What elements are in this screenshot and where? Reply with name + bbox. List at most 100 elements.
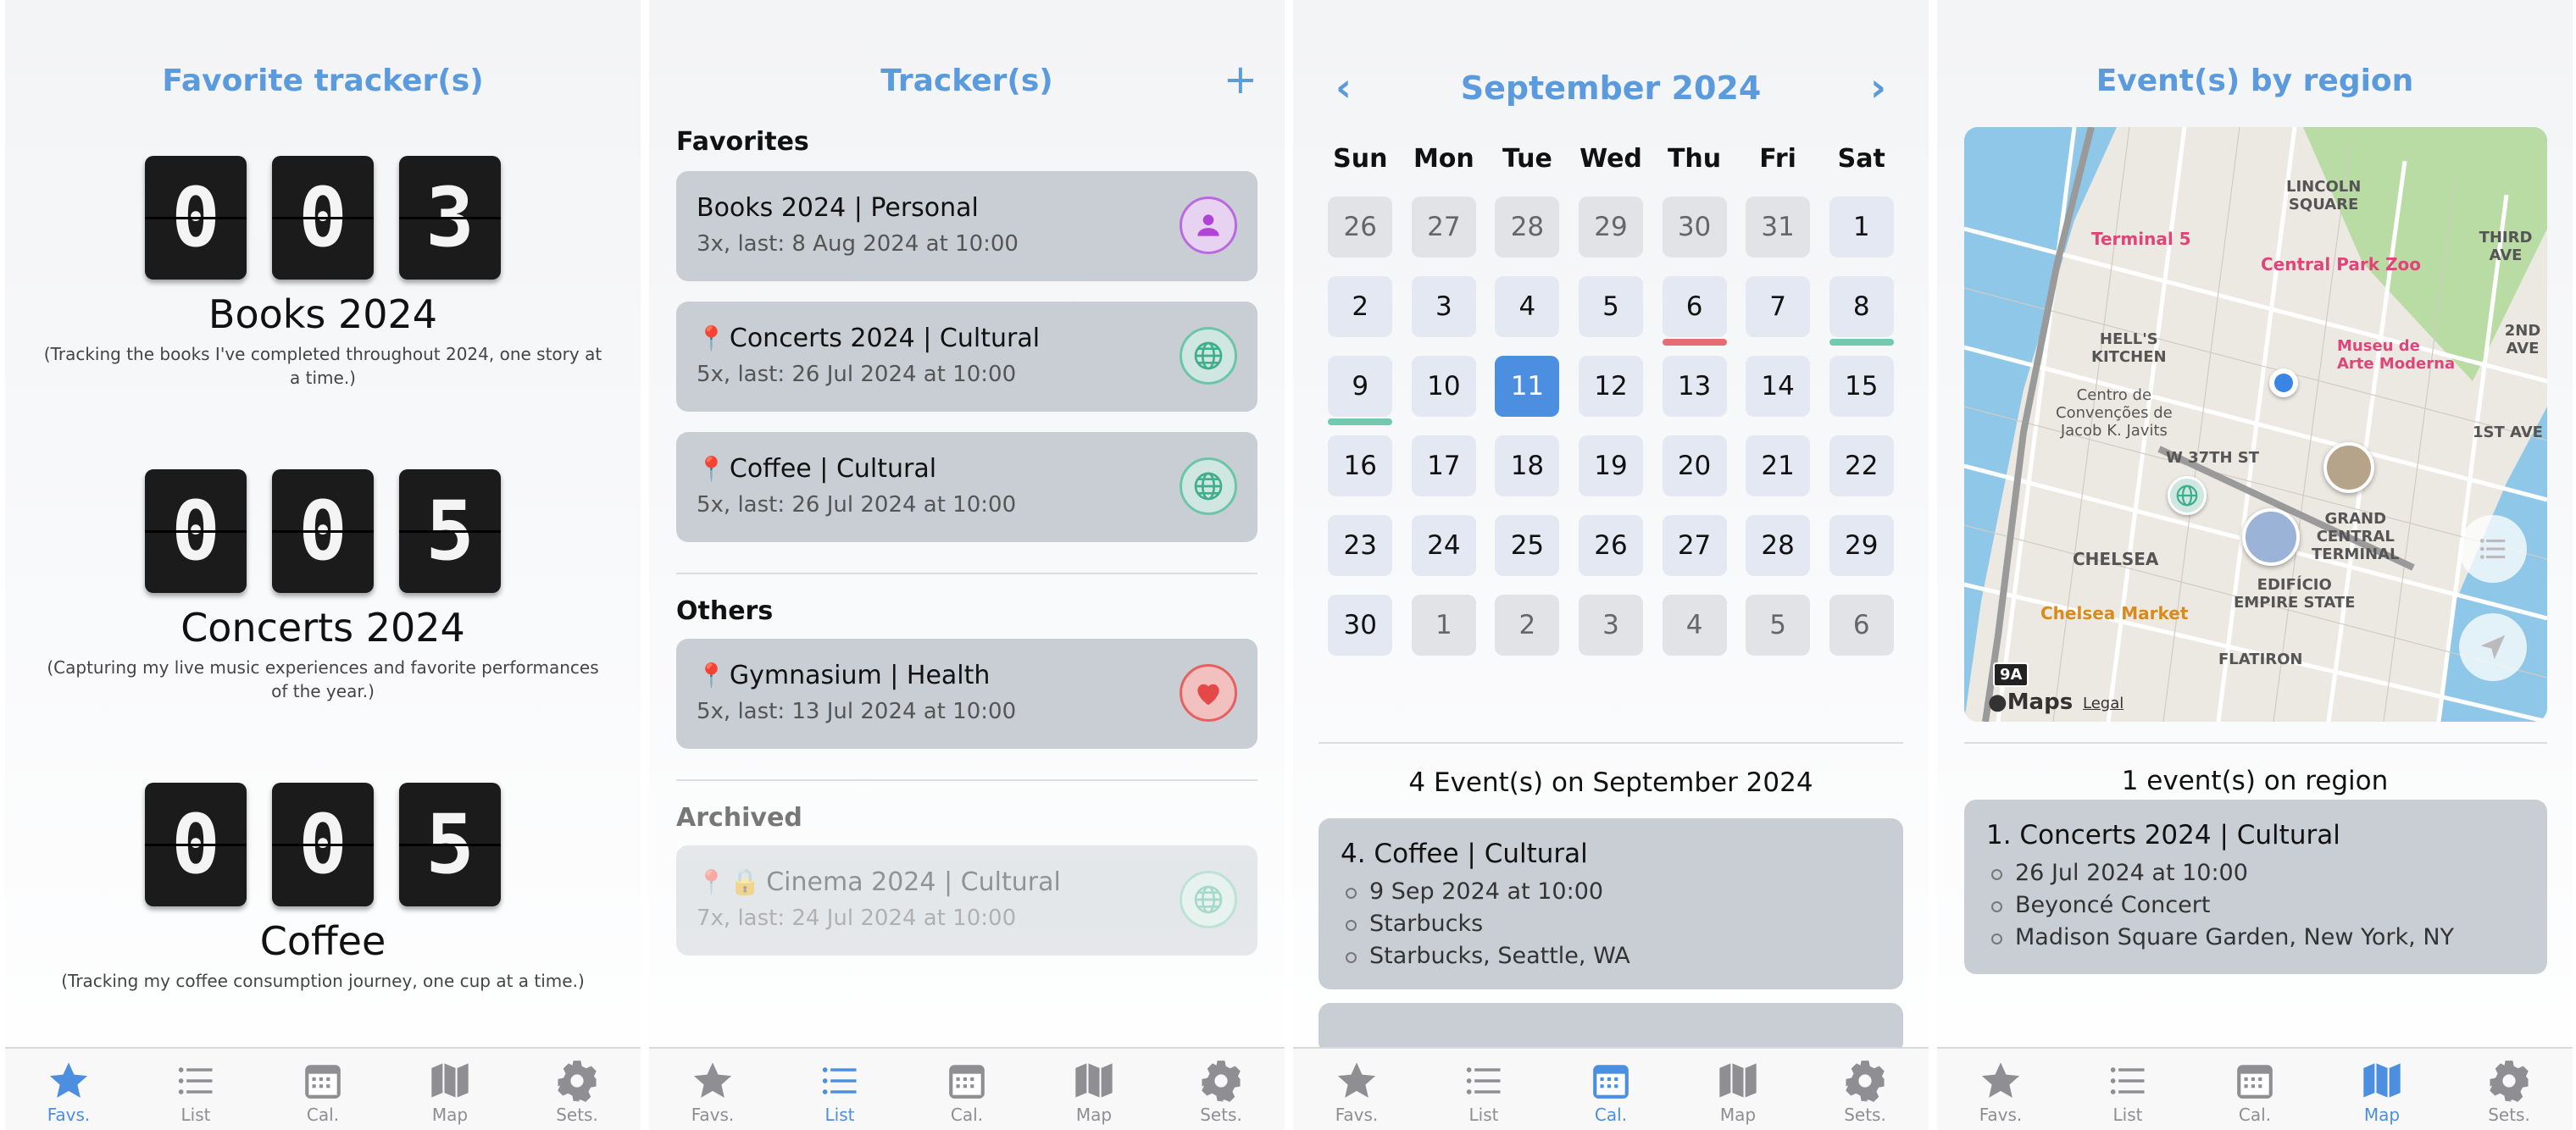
calendar-day[interactable]: 28 — [1746, 515, 1811, 576]
event-card[interactable] — [1319, 1003, 1903, 1054]
calendar-day[interactable]: 9 — [1328, 356, 1393, 425]
calendar-day[interactable]: 31 — [1746, 197, 1811, 258]
tab-cal[interactable]: Cal. — [903, 1049, 1030, 1130]
calendar-day[interactable]: 15 — [1829, 356, 1894, 417]
tab-favs[interactable]: Favs. — [649, 1049, 776, 1130]
calendar-day[interactable]: 3 — [1411, 276, 1476, 337]
tab-cal[interactable]: Cal. — [259, 1049, 386, 1130]
tab-list[interactable]: List — [1420, 1049, 1547, 1130]
tab-cal[interactable]: Cal. — [1547, 1049, 1674, 1130]
calendar-day[interactable]: 1 — [1411, 595, 1476, 656]
tab-favs[interactable]: Favs. — [1293, 1049, 1420, 1130]
favorite-tracker-concerts[interactable]: 0 0 5 Concerts 2024 (Capturing my live m… — [5, 469, 641, 703]
tracker-card-archived[interactable]: 📍 🔒 Cinema 2024 | Cultural 7x, last: 24 Ju… — [676, 845, 1257, 956]
tab-settings[interactable]: Sets. — [1802, 1049, 1929, 1130]
tab-map[interactable]: Map — [2318, 1049, 2446, 1130]
map-label: 2ND AVE — [2504, 322, 2541, 357]
calendar-day[interactable]: 28 — [1495, 197, 1560, 258]
calendar-day[interactable]: 25 — [1495, 515, 1560, 576]
add-tracker-button[interactable]: + — [1224, 59, 1257, 100]
calendar-day[interactable]: 4 — [1662, 595, 1727, 656]
tracker-card[interactable]: 📍 Coffee | Cultural 5x, last: 26 Jul 2024… — [676, 432, 1257, 542]
calendar-day[interactable]: 4 — [1495, 276, 1560, 337]
list-icon[interactable] — [2459, 515, 2527, 583]
calendar-day[interactable]: 7 — [1746, 276, 1811, 337]
list-icon — [2110, 1067, 2145, 1094]
pin-icon: 📍 — [697, 662, 726, 690]
calendar-day[interactable]: 29 — [1578, 197, 1643, 258]
landmark-marker[interactable] — [2242, 508, 2300, 566]
calendar-day[interactable]: 12 — [1578, 356, 1643, 417]
calendar-day[interactable]: 6 — [1829, 595, 1894, 656]
calendar-day[interactable]: 20 — [1662, 435, 1727, 496]
map-icon — [1719, 1063, 1757, 1098]
calendar-day[interactable]: 26 — [1328, 197, 1393, 258]
calendar-day[interactable]: 30 — [1662, 197, 1727, 258]
calendar-day[interactable]: 16 — [1328, 435, 1393, 496]
calendar-day[interactable]: 21 — [1746, 435, 1811, 496]
calendar-day[interactable]: 2 — [1328, 276, 1393, 337]
calendar-day[interactable]: 27 — [1662, 515, 1727, 576]
calendar-day[interactable]: 18 — [1495, 435, 1560, 496]
calendar-day[interactable]: 13 — [1662, 356, 1727, 417]
tracker-card[interactable]: 📍 Gymnasium | Health 5x, last: 13 Jul 202… — [676, 639, 1257, 749]
globe-icon[interactable] — [2168, 476, 2207, 515]
heart-icon — [1180, 664, 1237, 722]
tab-cal[interactable]: Cal. — [2191, 1049, 2318, 1130]
tab-favs[interactable]: Favs. — [1937, 1049, 2064, 1130]
calendar-day[interactable]: 17 — [1411, 435, 1476, 496]
calendar-day[interactable]: 2 — [1495, 595, 1560, 656]
favorites-screen: Favorite tracker(s) 0 0 3 Books 2024 (Tr… — [5, 0, 641, 1130]
calendar-day[interactable]: 10 — [1411, 356, 1476, 417]
tab-map[interactable]: Map — [1030, 1049, 1158, 1130]
map-poi-label: Terminal 5 — [2091, 229, 2191, 249]
tab-settings[interactable]: Sets. — [2446, 1049, 2573, 1130]
event-card[interactable]: 4. Coffee | Cultural 9 Sep 2024 at 10:00… — [1319, 818, 1903, 989]
gear-icon — [1202, 1061, 1241, 1102]
current-location-marker — [2269, 368, 2298, 397]
tab-label: Map — [1719, 1105, 1757, 1125]
events-count-title: 4 Event(s) on September 2024 — [1408, 767, 1813, 798]
tracker-card[interactable]: Books 2024 | Personal 3x, last: 8 Aug 20… — [676, 171, 1257, 281]
calendar-day[interactable]: 3 — [1578, 595, 1643, 656]
legal-link[interactable]: Legal — [2083, 695, 2124, 712]
tab-settings[interactable]: Sets. — [514, 1049, 641, 1130]
calendar-day-today[interactable]: 11 — [1495, 356, 1560, 417]
tracker-card[interactable]: 📍 Concerts 2024 | Cultural 5x, last: 26 J… — [676, 302, 1257, 412]
tab-map[interactable]: Map — [1674, 1049, 1802, 1130]
calendar-day[interactable]: 5 — [1746, 595, 1811, 656]
tab-list[interactable]: List — [2064, 1049, 2191, 1130]
calendar-day[interactable]: 22 — [1829, 435, 1894, 496]
calendar-day[interactable]: 27 — [1411, 197, 1476, 258]
calendar-day[interactable]: 19 — [1578, 435, 1643, 496]
tab-map[interactable]: Map — [386, 1049, 514, 1130]
tab-settings[interactable]: Sets. — [1158, 1049, 1285, 1130]
favorite-tracker-books[interactable]: 0 0 3 Books 2024 (Tracking the books I'v… — [5, 156, 641, 390]
calendar-day[interactable]: 5 — [1578, 276, 1643, 337]
calendar-day[interactable]: 30 — [1328, 595, 1393, 656]
list-icon — [1466, 1067, 1501, 1094]
calendar-day[interactable]: 14 — [1746, 356, 1811, 417]
tab-list[interactable]: List — [132, 1049, 259, 1130]
divider — [676, 573, 1257, 574]
calendar-day[interactable]: 29 — [1829, 515, 1894, 576]
star-icon — [1337, 1062, 1376, 1098]
landmark-marker[interactable] — [2323, 442, 2374, 493]
calendar-day[interactable]: 6 — [1662, 276, 1727, 346]
tab-list[interactable]: List — [776, 1049, 903, 1130]
calendar-day[interactable]: 26 — [1578, 515, 1643, 576]
map-label: Centro de Convenções de Jacob K. Javits — [2056, 386, 2173, 440]
calendar-day[interactable]: 24 — [1411, 515, 1476, 576]
calendar-day[interactable]: 1 — [1829, 197, 1894, 258]
calendar-day[interactable]: 23 — [1328, 515, 1393, 576]
counter-digit: 0 — [145, 783, 247, 906]
location-arrow-icon[interactable] — [2459, 613, 2527, 681]
tab-favs[interactable]: Favs. — [5, 1049, 132, 1130]
tab-label: List — [2112, 1105, 2143, 1125]
event-card[interactable]: 1. Concerts 2024 | Cultural 26 Jul 2024 … — [1964, 800, 2547, 974]
favorite-tracker-coffee[interactable]: 0 0 5 Coffee (Tracking my coffee consump… — [5, 783, 641, 993]
region-map[interactable]: LINCOLN SQUARE Terminal 5 Central Park Zo… — [1964, 127, 2547, 722]
calendar-day[interactable]: 8 — [1829, 276, 1894, 346]
next-month-button[interactable]: › — [1870, 68, 1886, 107]
event-detail: Madison Square Garden, New York, NY — [1986, 922, 2525, 954]
